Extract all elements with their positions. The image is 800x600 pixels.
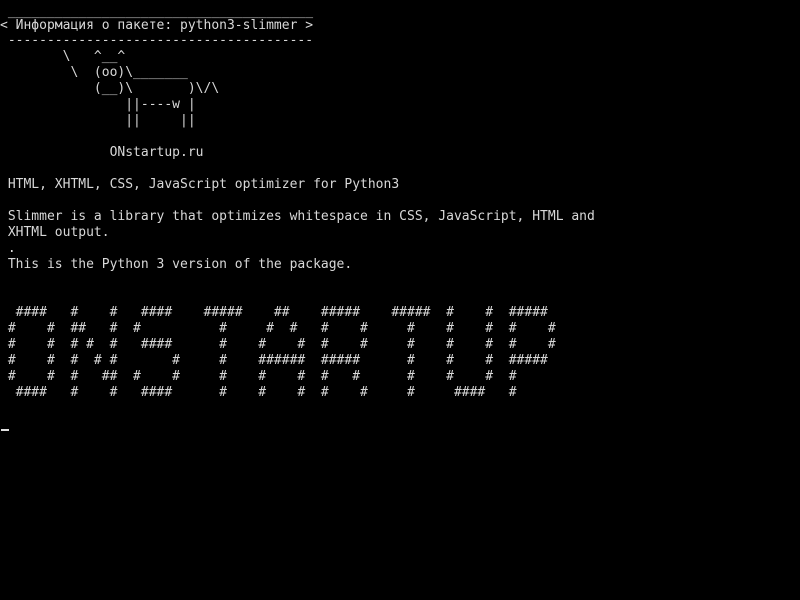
terminal-cursor — [1, 429, 9, 431]
package-description-line: . — [0, 241, 16, 256]
cow-art-line: (__)\ )\/\ — [0, 81, 220, 96]
cow-art-line: \ (oo)\_______ — [0, 65, 188, 80]
banner-line: #### # # #### ##### ## ##### ##### # # #… — [0, 305, 548, 320]
cow-art-line: ||----w | — [0, 97, 196, 112]
package-summary: HTML, XHTML, CSS, JavaScript optimizer f… — [0, 177, 400, 192]
package-description-line: This is the Python 3 version of the pack… — [0, 257, 353, 272]
banner-line: #### # # #### # # # # # # #### # — [0, 385, 517, 400]
package-description-line: XHTML output. — [0, 225, 110, 240]
cowsay-border-bottom: --------------------------------------- — [0, 33, 314, 48]
banner-line: # # # # # #### # # # # # # # # # # — [0, 337, 556, 352]
banner-line: # # ## # # # # # # # # # # # # — [0, 321, 556, 336]
banner-line: # # # ## # # # # # # # # # # # — [0, 369, 517, 384]
site-name: ONstartup.ru — [0, 145, 204, 160]
cowsay-message: < Информация о пакете: python3-slimmer > — [0, 18, 314, 33]
cow-art-line: \ ^__^ — [0, 49, 126, 64]
cow-art-line: || || — [0, 113, 196, 128]
terminal-screen[interactable]: _______________________________________ … — [0, 0, 800, 600]
package-description-line: Slimmer is a library that optimizes whit… — [0, 209, 595, 224]
banner-line: # # # # # # # ###### ##### # # # ##### — [0, 353, 548, 368]
